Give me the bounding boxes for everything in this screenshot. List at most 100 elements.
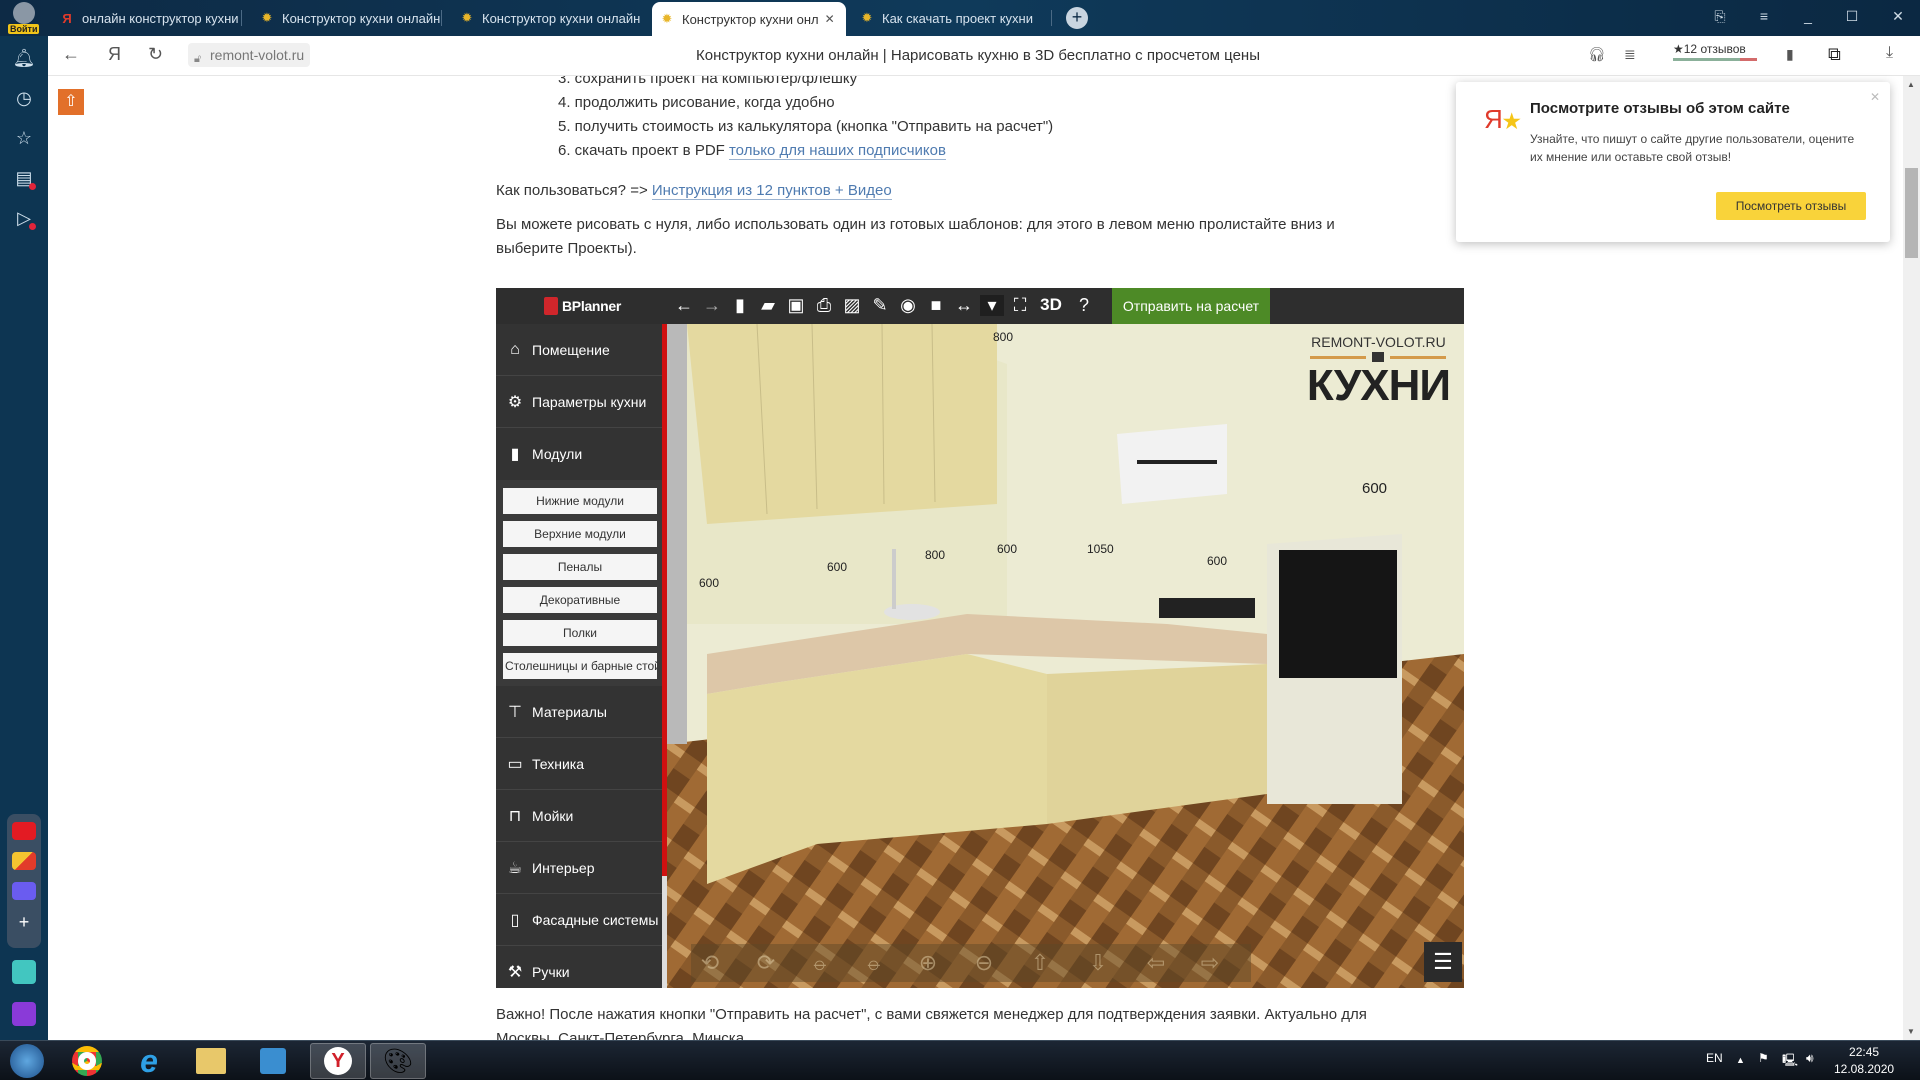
- pan-left-icon[interactable]: ⇦: [1139, 950, 1173, 976]
- image-icon[interactable]: ▨: [840, 295, 864, 316]
- bookmark-icon[interactable]: ▮: [1786, 46, 1794, 63]
- bell-icon[interactable]: 🔔︎: [12, 46, 36, 70]
- show-hidden-icons[interactable]: ▲: [1736, 1055, 1745, 1065]
- gear-icon: ⚙: [507, 393, 523, 411]
- tab-3[interactable]: ✹ Конструктор кухни онлайн: [452, 4, 642, 32]
- star-icon[interactable]: ☆: [12, 126, 36, 150]
- new-tab-button[interactable]: +: [1066, 7, 1088, 29]
- 3d-view-button[interactable]: 3D: [1036, 295, 1066, 315]
- maximize-icon[interactable]: ☐: [1842, 8, 1862, 25]
- system-clock[interactable]: 22:45 12.08.2020: [1834, 1044, 1894, 1078]
- submodule-decorative[interactable]: Декоративные: [503, 587, 657, 613]
- taskbar-yandex-browser[interactable]: Y: [310, 1043, 366, 1079]
- rotate-left-icon[interactable]: ⟲: [693, 950, 727, 976]
- print-icon[interactable]: ⎙: [812, 295, 836, 316]
- add-app-icon[interactable]: +: [12, 910, 36, 934]
- menu-sinks[interactable]: ⊓ Мойки: [496, 790, 664, 842]
- close-window-icon[interactable]: ✕: [1888, 8, 1908, 25]
- 3d-viewport[interactable]: 800 600 600 800 600 1050 600 600 REMONT-…: [667, 324, 1464, 988]
- dimension-icon[interactable]: ↔: [952, 295, 976, 316]
- comment-icon[interactable]: ▾: [980, 295, 1004, 316]
- menu-icon[interactable]: ≡: [1754, 8, 1774, 24]
- clock-icon[interactable]: ◷: [12, 86, 36, 110]
- instruction-link[interactable]: Инструкция из 12 пунктов + Видео: [651, 182, 892, 200]
- fullscreen-icon[interactable]: ⛶: [1008, 295, 1032, 316]
- translate-icon[interactable]: ⧉: [1828, 44, 1841, 65]
- pan-down-icon[interactable]: ⇩: [1081, 950, 1115, 976]
- rotate-right-icon[interactable]: ⟳: [749, 950, 783, 976]
- download-icon[interactable]: ⤓: [1886, 44, 1893, 62]
- tilt-up-icon[interactable]: ⦵: [803, 950, 837, 976]
- help-icon[interactable]: ?: [1072, 295, 1096, 316]
- zoom-out-icon[interactable]: ⊖: [967, 950, 1001, 976]
- tab-1[interactable]: Я онлайн конструктор кухни: [52, 4, 242, 32]
- close-tab-icon[interactable]: ✕: [825, 12, 835, 26]
- start-button[interactable]: [2, 1043, 52, 1079]
- pan-up-icon[interactable]: ⇧: [1023, 950, 1057, 976]
- tab-2[interactable]: ✹ Конструктор кухни онлайн: [252, 4, 442, 32]
- zoom-in-icon[interactable]: ⊕: [911, 950, 945, 976]
- taskbar-paint[interactable]: 🎨︎: [370, 1043, 426, 1079]
- menu-room[interactable]: ⌂ Помещение: [496, 324, 664, 376]
- language-indicator[interactable]: EN: [1706, 1051, 1723, 1065]
- redo-icon[interactable]: →: [700, 295, 724, 316]
- tab-active[interactable]: ✹ Конструктор кухни онл ✕: [652, 2, 846, 36]
- send-app-icon[interactable]: [12, 960, 36, 984]
- bookmarks-icon[interactable]: ⎘: [1710, 8, 1730, 25]
- menu-handles[interactable]: ⚒ Ручки: [496, 946, 664, 988]
- youtube-icon[interactable]: [12, 822, 36, 840]
- taskbar-media-player[interactable]: [248, 1043, 298, 1079]
- collections-icon[interactable]: ▤: [12, 166, 36, 190]
- submodule-lower[interactable]: Нижние модули: [503, 488, 657, 514]
- mail-icon[interactable]: [12, 852, 36, 870]
- submodule-shelves[interactable]: Полки: [503, 620, 657, 646]
- headphones-icon[interactable]: 🎧︎: [1588, 46, 1606, 63]
- menu-interior[interactable]: ☕︎ Интерьер: [496, 842, 664, 894]
- taskbar-chrome[interactable]: [62, 1043, 112, 1079]
- scroll-up-button[interactable]: ⇧: [58, 89, 84, 115]
- menu-kitchen-params[interactable]: ⚙ Параметры кухни: [496, 376, 664, 428]
- url-field[interactable]: 🔓︎ remont-volot.ru: [188, 43, 311, 67]
- yandex-home-icon[interactable]: Я: [108, 44, 121, 65]
- reviews-badge[interactable]: ★12 отзывов: [1673, 42, 1757, 61]
- pencil-icon[interactable]: ✎: [868, 295, 892, 316]
- back-icon[interactable]: ←: [62, 44, 80, 65]
- reload-icon[interactable]: ↻: [148, 44, 163, 65]
- close-popup-icon[interactable]: ✕: [1870, 90, 1880, 104]
- menu-appliances[interactable]: ▭ Техника: [496, 738, 664, 790]
- submodule-countertops[interactable]: Столешницы и барные стойки: [503, 653, 657, 679]
- messenger-icon[interactable]: [12, 882, 36, 900]
- volume-icon[interactable]: 🔊︎: [1806, 1051, 1814, 1066]
- list-view-icon[interactable]: ☰: [1424, 942, 1462, 982]
- menu-materials[interactable]: ⊤ Материалы: [496, 686, 664, 738]
- undo-icon[interactable]: ←: [672, 295, 696, 316]
- subscribers-link[interactable]: только для наших подписчиков: [728, 142, 946, 160]
- scroll-down-arrow-icon[interactable]: ▼: [1907, 1027, 1915, 1036]
- submodule-pencils[interactable]: Пеналы: [503, 554, 657, 580]
- play-icon[interactable]: ▷: [12, 206, 36, 230]
- scroll-up-arrow-icon[interactable]: ▲: [1907, 80, 1915, 89]
- tilt-down-icon[interactable]: ⦵: [857, 950, 891, 976]
- open-folder-icon[interactable]: ▰: [756, 295, 780, 316]
- menu-modules[interactable]: ▮ Модули: [496, 428, 664, 480]
- alice-app-icon[interactable]: [12, 1002, 36, 1026]
- network-icon[interactable]: 🖳︎: [1782, 1051, 1798, 1072]
- login-button[interactable]: Войти: [4, 2, 44, 36]
- camera-icon[interactable]: ■: [924, 295, 948, 316]
- send-for-calculation-button[interactable]: Отправить на расчет: [1112, 288, 1270, 324]
- action-center-flag-icon[interactable]: ⚑: [1758, 1051, 1769, 1065]
- page-scrollbar[interactable]: ▲ ▼: [1903, 76, 1920, 1040]
- pan-right-icon[interactable]: ⇨: [1193, 950, 1227, 976]
- new-file-icon[interactable]: ▮: [728, 295, 752, 316]
- taskbar-ie[interactable]: e: [124, 1043, 174, 1079]
- view-reviews-button[interactable]: Посмотреть отзывы: [1716, 192, 1866, 220]
- menu-facade-systems[interactable]: ▯ Фасадные системы: [496, 894, 664, 946]
- tab-5[interactable]: ✹ Как скачать проект кухни: [852, 4, 1052, 32]
- eye-icon[interactable]: ◉: [896, 295, 920, 316]
- submodule-upper[interactable]: Верхние модули: [503, 521, 657, 547]
- scrollbar-thumb[interactable]: [1905, 168, 1918, 258]
- taskbar-explorer[interactable]: [186, 1043, 236, 1079]
- reader-mode-icon[interactable]: ≣: [1624, 46, 1636, 63]
- save-icon[interactable]: ▣: [784, 295, 808, 316]
- minimize-icon[interactable]: _: [1798, 8, 1818, 24]
